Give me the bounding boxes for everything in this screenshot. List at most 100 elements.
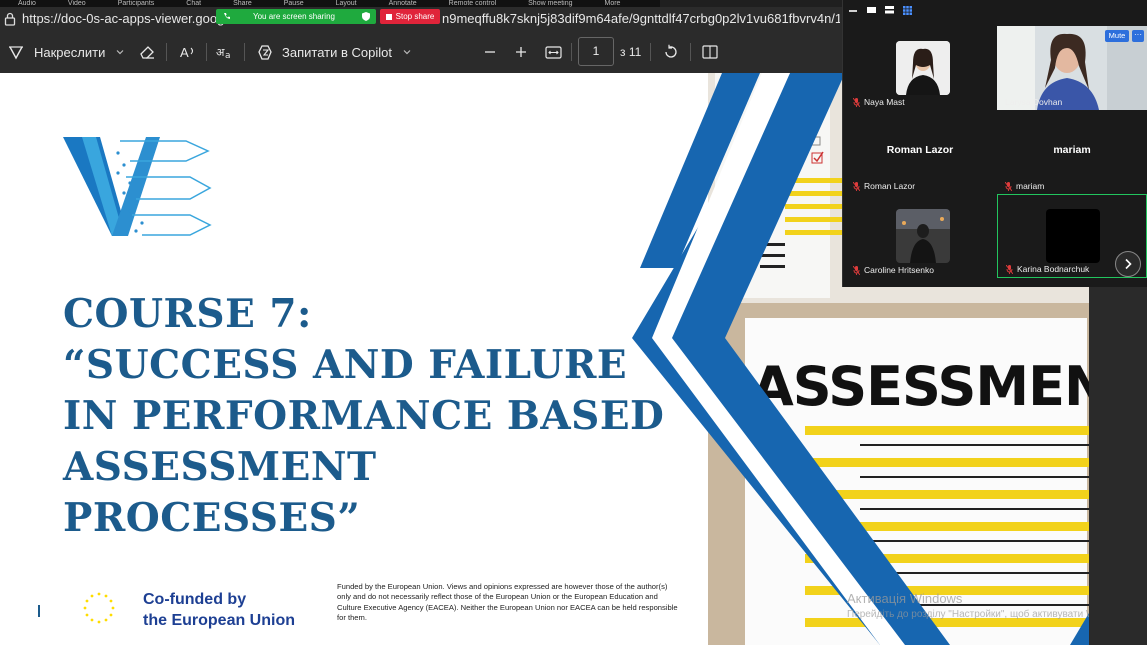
book-icon [702, 45, 718, 59]
eraser-button[interactable] [138, 31, 156, 73]
zoom-more-item[interactable]: More [605, 0, 621, 7]
zoom-panel-header [843, 0, 1147, 20]
funding-disclaimer: Funded by the European Union. Views and … [337, 582, 678, 623]
participant-name: Karina Bodnarchuk [1017, 264, 1090, 274]
rotate-button[interactable] [663, 31, 679, 73]
read-aloud-icon: A [180, 45, 194, 60]
avatar [896, 41, 950, 95]
page-view-button[interactable] [702, 31, 718, 73]
translate-icon: अa [216, 46, 231, 60]
course-title-line: PROCESSES” [63, 495, 361, 541]
zoom-remote-control-item[interactable]: Remote control [449, 0, 496, 7]
lock-icon [4, 12, 16, 26]
strip-view-icon[interactable] [885, 6, 894, 14]
stop-icon [385, 13, 392, 20]
translate-button[interactable]: अa [216, 31, 234, 73]
participant-name-label: Karina Bodnarchuk [1006, 264, 1089, 274]
toolbar-divider [571, 43, 572, 61]
url-text-end[interactable]: n9meqffu8k7sknj5j83dif9m64afe/9gnttdlf47… [442, 11, 840, 26]
zoom-participants-panel: Naya Mast Larysa Dovhan Mute ··· Roman L… [842, 0, 1147, 287]
participant-name: mariam [1016, 181, 1045, 191]
speaker-view-icon[interactable] [867, 6, 876, 14]
page-number-input[interactable]: 1 [578, 37, 614, 66]
fit-page-button[interactable] [545, 31, 562, 73]
participant-display-name: mariam [1053, 144, 1091, 156]
zoom-in-button[interactable] [515, 31, 527, 73]
pdf-toolbar: Накреслити A अa Запитати в Copilot 1 з 1… [0, 31, 842, 73]
svg-text:A: A [180, 45, 189, 60]
avatar [1046, 209, 1100, 263]
minimize-icon[interactable] [849, 6, 857, 14]
zoom-meeting-controls: Audio Video Participants Chat Share Paus… [0, 0, 660, 7]
toolbar-divider [650, 43, 651, 61]
screen-sharing-label: You are screen sharing [253, 12, 335, 21]
url-text-start[interactable]: https://doc-0s-ac-apps-viewer.goog [22, 11, 224, 26]
next-page-button[interactable] [1115, 251, 1141, 277]
participant-name-label: Naya Mast [853, 97, 905, 107]
course-title-line: COURSE 7: [63, 291, 312, 337]
muted-mic-icon [853, 181, 860, 191]
zoom-audio-item[interactable]: Audio [18, 0, 36, 7]
zoom-participants-item[interactable]: Participants [118, 0, 155, 7]
participant-tile[interactable]: Roman Lazor Roman Lazor [845, 110, 995, 194]
ask-copilot-button[interactable]: Запитати в Copilot [257, 31, 412, 73]
participant-tile[interactable]: Caroline Hritsenko [845, 194, 995, 278]
svg-text:अ: अ [216, 46, 225, 59]
mute-button[interactable]: Mute [1105, 30, 1129, 42]
zoom-video-item[interactable]: Video [68, 0, 86, 7]
screen-sharing-indicator[interactable]: You are screen sharing [216, 9, 376, 24]
participant-name: Larysa Dovhan [1005, 97, 1063, 107]
stop-share-button[interactable]: Stop share [380, 9, 440, 24]
draw-icon [9, 46, 23, 60]
draw-button[interactable]: Накреслити [8, 31, 125, 73]
slide-marker [38, 605, 40, 617]
participant-tile[interactable]: mariam mariam [997, 110, 1147, 194]
participant-name-label: mariam [1005, 181, 1044, 191]
address-bar[interactable]: https://doc-0s-ac-apps-viewer.goog n9meq… [0, 7, 842, 31]
zoom-annotate-item[interactable]: Annotate [389, 0, 417, 7]
cofunded-line2: the European Union [143, 612, 295, 629]
participant-name: Naya Mast [864, 97, 905, 107]
more-options-button[interactable]: ··· [1132, 30, 1144, 42]
chevron-right-icon [1125, 258, 1132, 270]
gallery-view-icon[interactable] [903, 6, 912, 15]
toolbar-divider [166, 43, 167, 61]
eu-flag [63, 585, 135, 633]
shield-icon [362, 12, 370, 21]
avatar [896, 209, 950, 263]
zoom-chat-item[interactable]: Chat [186, 0, 201, 7]
stop-share-label: Stop share [395, 12, 435, 21]
participant-name: Caroline Hritsenko [864, 265, 934, 275]
zoom-show-meeting-item[interactable]: Show meeting [528, 0, 572, 7]
participant-tile[interactable]: Naya Mast [845, 26, 995, 110]
muted-mic-icon [1005, 181, 1012, 191]
course-title-line: “SUCCESS AND FAILURE [63, 342, 628, 388]
participant-display-name: Roman Lazor [886, 144, 954, 156]
zoom-out-button[interactable] [484, 31, 496, 73]
svg-text:a: a [225, 51, 231, 60]
chevron-down-icon [403, 50, 411, 55]
page-total: з 11 [620, 45, 642, 59]
zoom-layout-item[interactable]: Layout [336, 0, 357, 7]
participant-name-label: Larysa Dovhan [1005, 97, 1062, 107]
chevron-down-icon [116, 50, 124, 55]
windows-activation-subtitle: Перейдіть до розділу "Настройки", щоб ак… [847, 609, 1089, 620]
phone-icon [224, 13, 230, 19]
zoom-share-item[interactable]: Share [233, 0, 252, 7]
zoom-pause-item[interactable]: Pause [284, 0, 304, 7]
toolbar-divider [206, 43, 207, 61]
image-word-assessment: ASSESSMENT [752, 355, 1089, 418]
ask-copilot-label: Запитати в Copilot [282, 44, 392, 60]
muted-mic-icon [853, 265, 860, 275]
cofunded-line1: Co-funded by [143, 591, 247, 608]
rotate-icon [665, 44, 677, 58]
participant-name-label: Roman Lazor [853, 181, 915, 191]
cofunded-label: Co-funded by the European Union [143, 589, 295, 631]
participant-name: Roman Lazor [864, 181, 916, 191]
draw-label: Накреслити [34, 44, 106, 60]
project-logo [63, 137, 212, 236]
read-aloud-button[interactable]: A [179, 31, 197, 73]
toolbar-divider [690, 43, 691, 61]
muted-mic-icon [853, 97, 860, 107]
plus-icon [516, 47, 526, 57]
